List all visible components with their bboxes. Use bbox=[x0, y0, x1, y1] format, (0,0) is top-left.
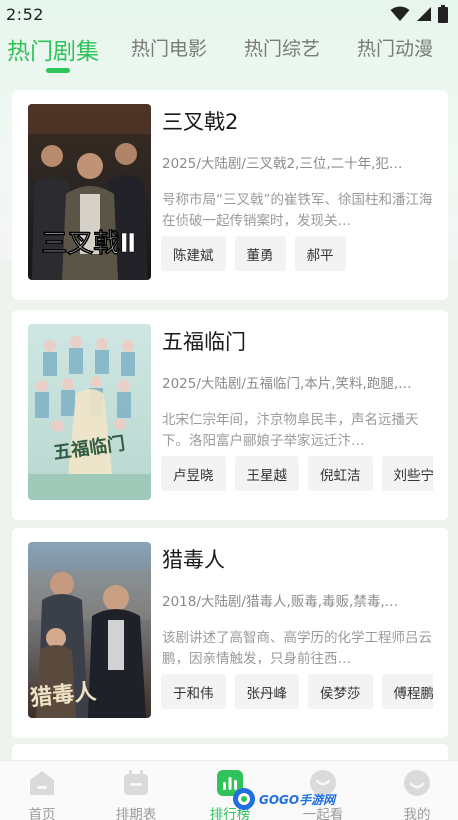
show-poster[interactable]: 三叉戟Ⅱ bbox=[28, 104, 151, 280]
nav-profile-label: 我的 bbox=[403, 807, 431, 820]
show-meta: 2018/大陆剧/猎毒人,贩毒,毒贩,禁毒,… bbox=[162, 594, 399, 610]
show-poster[interactable]: 五福临门 bbox=[28, 324, 151, 500]
cast-list: 于和伟 张丹峰 侯梦莎 傅程鹏 bbox=[161, 674, 433, 710]
tab-hot-anime[interactable]: 热门动漫 bbox=[357, 34, 433, 61]
cast-chip[interactable]: 刘些宁 bbox=[381, 456, 433, 491]
show-poster[interactable]: 猎毒人 bbox=[28, 542, 151, 718]
show-description: 北宋仁宗年间，汴京物阜民丰，声名远播天下。洛阳富户郦娘子举家远迁汴… bbox=[162, 412, 419, 449]
calendar-icon bbox=[124, 770, 148, 795]
cast-chip[interactable]: 陈建斌 bbox=[161, 236, 226, 271]
nav-schedule[interactable]: 排期表 bbox=[101, 769, 171, 820]
status-time: 2:52 bbox=[6, 4, 44, 24]
nav-home[interactable]: 首页 bbox=[7, 769, 77, 820]
nav-profile[interactable]: 我的 bbox=[382, 769, 452, 820]
poster-title-text: 三叉戟Ⅱ bbox=[41, 229, 136, 259]
site-watermark: GOGO手游网 bbox=[232, 786, 342, 812]
cast-chip[interactable]: 王星越 bbox=[234, 456, 299, 491]
nav-home-label: 首页 bbox=[28, 807, 56, 820]
show-title[interactable]: 五福临门 bbox=[162, 326, 246, 356]
cast-chip[interactable]: 侯梦莎 bbox=[308, 674, 373, 709]
battery-icon bbox=[438, 5, 448, 23]
cast-chip[interactable]: 倪虹洁 bbox=[308, 456, 373, 491]
cast-chip[interactable]: 董勇 bbox=[234, 236, 286, 271]
cast-chip[interactable]: 卢昱晓 bbox=[161, 456, 226, 491]
status-bar: 2:52 bbox=[0, 0, 458, 28]
show-meta: 2025/大陆剧/五福临门,本片,笑料,跑腿,… bbox=[162, 376, 412, 392]
show-card[interactable]: 三叉戟Ⅱ 三叉戟2 2025/大陆剧/三叉戟2,三位,二十年,犯… 号称市局“三… bbox=[12, 90, 448, 300]
show-title[interactable]: 猎毒人 bbox=[162, 544, 225, 574]
nav-schedule-label: 排期表 bbox=[115, 807, 157, 820]
cast-chip[interactable]: 傅程鹏 bbox=[381, 674, 433, 709]
show-description: 该剧讲述了高智商、高学历的化学工程师吕云鹏，因亲情触发，只身前往西… bbox=[162, 630, 432, 667]
active-tab-indicator bbox=[46, 68, 70, 73]
tab-hot-movies[interactable]: 热门电影 bbox=[131, 34, 207, 61]
tab-hot-variety[interactable]: 热门综艺 bbox=[244, 34, 320, 61]
tab-hot-series[interactable]: 热门剧集 bbox=[7, 32, 99, 66]
show-title[interactable]: 三叉戟2 bbox=[162, 106, 238, 136]
watermark-text: GOGO手游网 bbox=[259, 792, 336, 807]
show-card[interactable]: 五福临门 五福临门 2025/大陆剧/五福临门,本片,笑料,跑腿,… 北宋仁宗年… bbox=[12, 310, 448, 520]
signal-icon bbox=[417, 7, 431, 21]
watermark-logo-icon bbox=[233, 788, 255, 810]
wifi-icon bbox=[390, 6, 410, 21]
bottom-navigation: 首页 排期表 排行榜 一起看 我的 bbox=[0, 760, 458, 820]
cast-list: 卢昱晓 王星越 倪虹洁 刘些宁 bbox=[161, 456, 433, 492]
show-meta: 2025/大陆剧/三叉戟2,三位,二十年,犯… bbox=[162, 156, 403, 172]
status-icons bbox=[390, 5, 448, 23]
cast-chip[interactable]: 于和伟 bbox=[161, 674, 226, 709]
cast-chip[interactable]: 张丹峰 bbox=[234, 674, 299, 709]
show-card[interactable]: 猎毒人 猎毒人 2018/大陆剧/猎毒人,贩毒,毒贩,禁毒,… 该剧讲述了高智商… bbox=[12, 528, 448, 738]
home-icon bbox=[30, 771, 54, 795]
cast-list: 陈建斌 董勇 郝平 bbox=[161, 236, 433, 272]
show-description: 号称市局“三叉戟”的崔铁军、徐国柱和潘江海在侦破一起传销案时，发现关… bbox=[162, 192, 433, 229]
cast-chip[interactable]: 郝平 bbox=[294, 236, 346, 271]
profile-icon bbox=[404, 770, 430, 796]
